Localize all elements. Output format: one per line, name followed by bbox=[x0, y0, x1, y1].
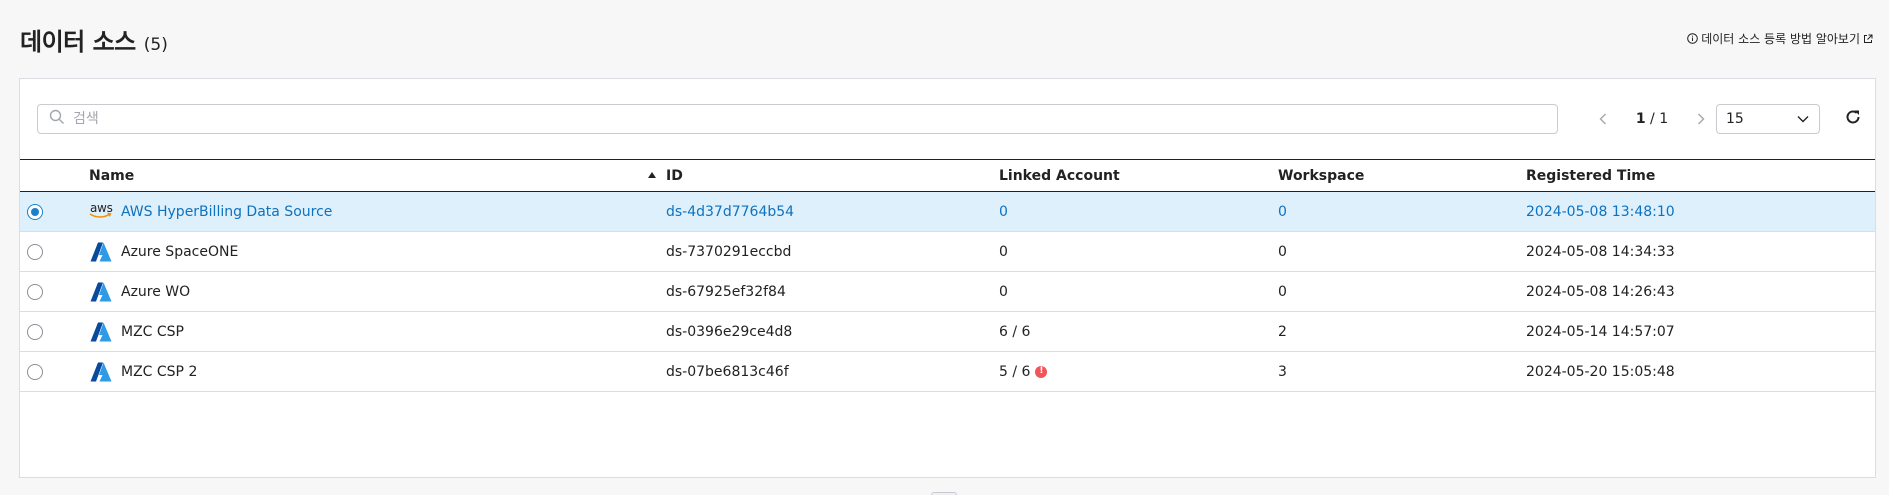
data-source-id: ds-4d37d7764b54 bbox=[666, 191, 999, 232]
table-row[interactable]: MZC CSP 2 ds-07be6813c46f 5 / 6 ! 3 2024… bbox=[20, 351, 1875, 392]
page-separator: / bbox=[1645, 111, 1660, 127]
table-row[interactable]: Azure SpaceONE ds-7370291eccbd 0 0 2024-… bbox=[20, 231, 1875, 272]
row-radio[interactable] bbox=[27, 203, 43, 220]
workspace-column-header[interactable]: Workspace bbox=[1278, 159, 1526, 192]
help-link-label: 데이터 소스 등록 방법 알아보기 bbox=[1701, 32, 1860, 46]
table-row[interactable]: aws AWS HyperBilling Data Source ds-4d37… bbox=[20, 191, 1875, 232]
azure-logo-icon bbox=[89, 320, 113, 344]
data-source-id: ds-07be6813c46f bbox=[666, 351, 999, 392]
data-source-panel: 1 / 1 15 bbox=[19, 78, 1876, 478]
workspace-count: 0 bbox=[1278, 231, 1526, 272]
data-source-id: ds-67925ef32f84 bbox=[666, 271, 999, 312]
registered-time: 2024-05-08 14:34:33 bbox=[1526, 231, 1875, 272]
name-column-header[interactable]: Name bbox=[89, 159, 666, 192]
data-source-table: Name ID Linked Account Workspace Registe… bbox=[20, 159, 1875, 392]
workspace-count: 3 bbox=[1278, 351, 1526, 392]
azure-logo-icon bbox=[89, 280, 113, 304]
page-size-select[interactable]: 15 bbox=[1716, 104, 1820, 134]
table-header-row: Name ID Linked Account Workspace Registe… bbox=[20, 159, 1875, 192]
data-source-id: ds-0396e29ce4d8 bbox=[666, 311, 999, 352]
chevron-left-icon bbox=[1599, 110, 1607, 129]
aws-logo-icon: aws bbox=[89, 201, 113, 222]
linked-account-count: 6 / 6 bbox=[999, 311, 1278, 352]
row-radio[interactable] bbox=[27, 243, 43, 260]
row-radio[interactable] bbox=[27, 323, 43, 340]
workspace-count: 0 bbox=[1278, 271, 1526, 312]
linked-account-count: 0 bbox=[999, 191, 1278, 232]
refresh-icon bbox=[1844, 108, 1862, 130]
item-count: (5) bbox=[143, 35, 168, 55]
workspace-count: 2 bbox=[1278, 311, 1526, 352]
registered-time-column-header[interactable]: Registered Time bbox=[1526, 159, 1875, 192]
next-page-button[interactable] bbox=[1688, 110, 1714, 129]
current-page: 1 bbox=[1635, 111, 1646, 127]
linked-account-count: 5 / 6 bbox=[999, 363, 1031, 380]
linked-account-count: 0 bbox=[999, 271, 1278, 312]
page-size-value: 15 bbox=[1726, 111, 1744, 127]
registered-time: 2024-05-14 14:57:07 bbox=[1526, 311, 1875, 352]
external-link-icon bbox=[1863, 34, 1873, 44]
registered-time: 2024-05-08 14:26:43 bbox=[1526, 271, 1875, 312]
search-box[interactable] bbox=[37, 104, 1558, 134]
id-column-header[interactable]: ID bbox=[666, 159, 999, 192]
chevron-down-icon bbox=[1797, 111, 1809, 127]
info-icon bbox=[1687, 33, 1699, 44]
refresh-button[interactable] bbox=[1842, 108, 1864, 130]
page-indicator: 1 / 1 bbox=[1616, 111, 1688, 127]
select-column-header bbox=[20, 159, 89, 192]
workspace-count: 0 bbox=[1278, 191, 1526, 232]
sort-ascending-icon bbox=[648, 172, 656, 178]
azure-logo-icon bbox=[89, 240, 113, 264]
pagination: 1 / 1 bbox=[1590, 104, 1714, 134]
warning-icon[interactable]: ! bbox=[1035, 365, 1048, 378]
row-radio[interactable] bbox=[27, 283, 43, 300]
data-sources-page: 데이터 소스 (5) 데이터 소스 등록 방법 알아보기 검색 1 / 1 15… bbox=[0, 0, 1889, 495]
table-row[interactable]: MZC CSP ds-0396e29ce4d8 6 / 6 2 2024-05-… bbox=[20, 311, 1875, 352]
page-header: 데이터 소스 (5) bbox=[20, 22, 168, 57]
data-source-id: ds-7370291eccbd bbox=[666, 231, 999, 272]
search-icon bbox=[49, 109, 65, 129]
search-input[interactable] bbox=[73, 111, 1557, 127]
registered-time: 2024-05-08 13:48:10 bbox=[1526, 191, 1875, 232]
data-source-name[interactable]: Azure SpaceONE bbox=[121, 244, 238, 260]
page-title: 데이터 소스 bbox=[20, 28, 136, 56]
chevron-right-icon bbox=[1697, 110, 1705, 129]
table-row[interactable]: Azure WO ds-67925ef32f84 0 0 2024-05-08 … bbox=[20, 271, 1875, 312]
azure-logo-icon bbox=[89, 360, 113, 384]
data-source-name[interactable]: MZC CSP bbox=[121, 324, 184, 340]
data-source-name[interactable]: MZC CSP 2 bbox=[121, 364, 197, 380]
toolbar: 1 / 1 15 bbox=[20, 79, 1875, 159]
row-radio[interactable] bbox=[27, 363, 43, 380]
registered-time: 2024-05-20 15:05:48 bbox=[1526, 351, 1875, 392]
data-source-name[interactable]: Azure WO bbox=[121, 284, 190, 300]
prev-page-button[interactable] bbox=[1590, 110, 1616, 129]
total-pages: 1 bbox=[1659, 111, 1669, 127]
data-source-name[interactable]: AWS HyperBilling Data Source bbox=[121, 204, 332, 220]
help-link[interactable]: 데이터 소스 등록 방법 알아보기 bbox=[1687, 30, 1873, 47]
name-column-label: Name bbox=[89, 167, 135, 184]
linked-account-column-header[interactable]: Linked Account bbox=[999, 159, 1278, 192]
linked-account-count: 0 bbox=[999, 231, 1278, 272]
